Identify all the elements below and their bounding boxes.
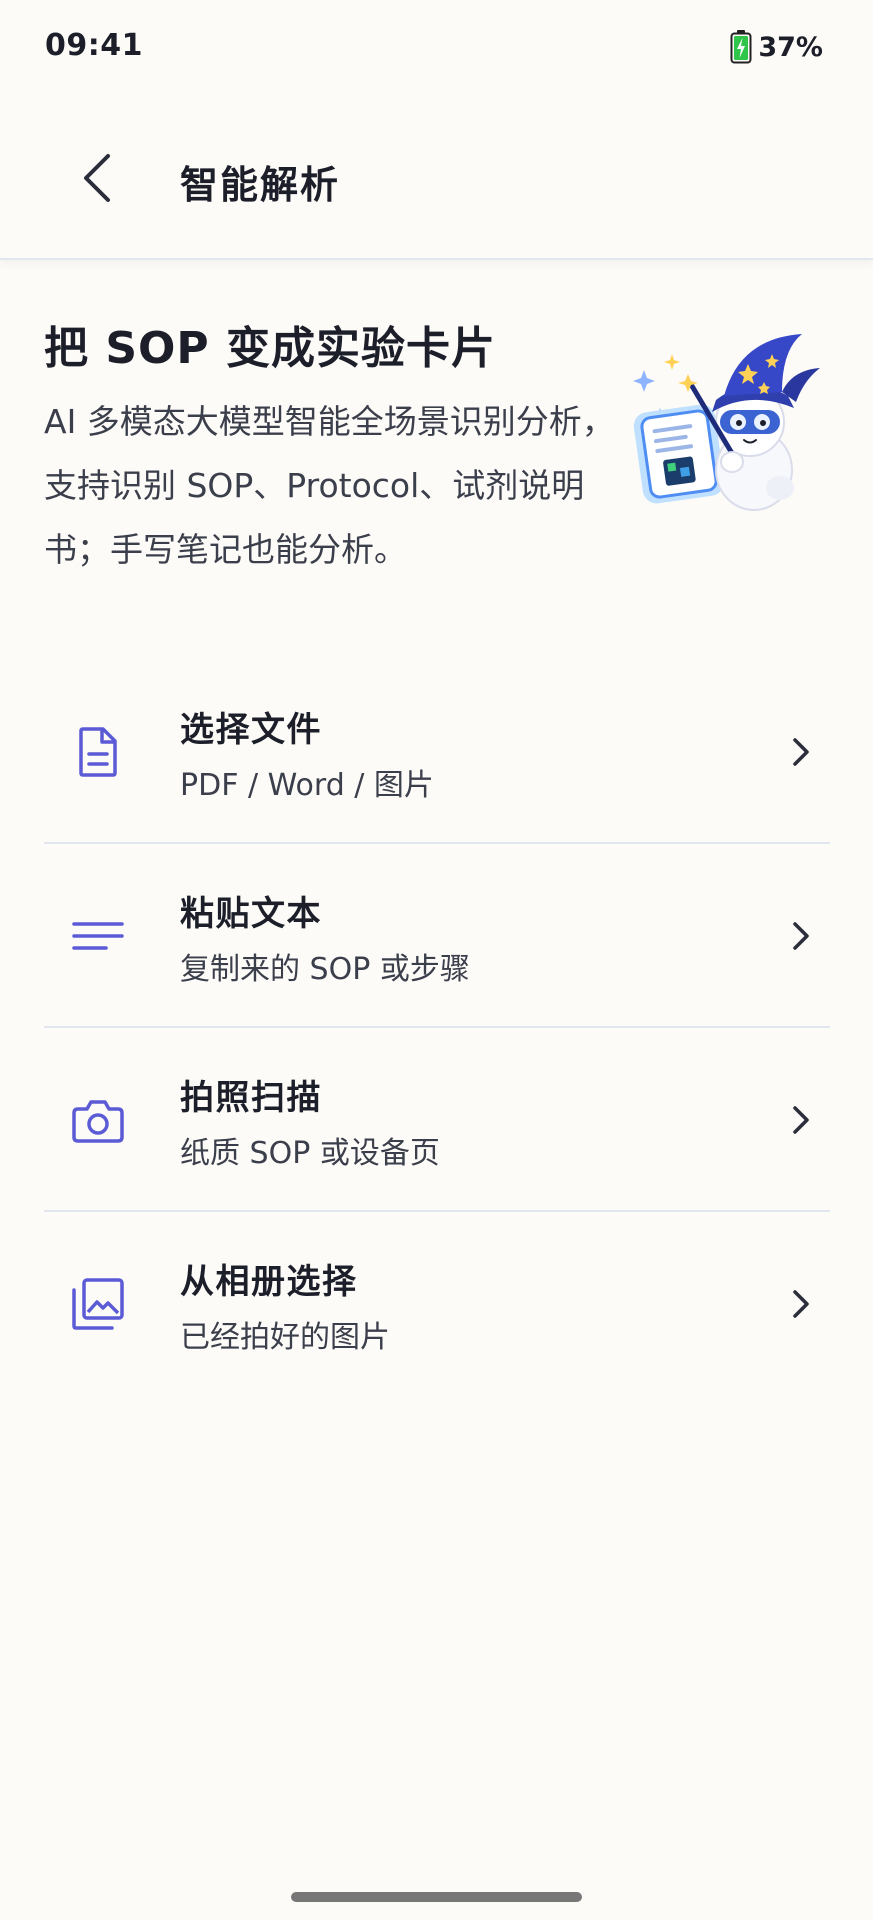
option-subtitle: 复制来的 SOP 或步骤 [180,952,470,987]
select-from-album-option[interactable]: 从相册选择 已经拍好的图片 [44,1212,830,1396]
chevron-right-icon [793,1106,809,1134]
option-title: 从相册选择 [180,1262,358,1302]
battery-percentage: 37% [758,31,823,63]
screen: 09:41 37% 智能解析 把 SOP 变成实验卡片 AI 多模态大模型智能全… [0,0,873,1920]
scan-photo-option[interactable]: 拍照扫描 纸质 SOP 或设备页 [44,1028,830,1212]
home-indicator[interactable] [291,1892,582,1902]
hero-title: 把 SOP 变成实验卡片 [44,323,496,374]
option-title: 拍照扫描 [180,1078,322,1118]
chevron-left-icon [84,154,110,202]
text-lines-icon [72,922,124,950]
option-title: 选择文件 [180,710,322,750]
select-file-option[interactable]: 选择文件 PDF / Word / 图片 [44,660,830,844]
upload-option-list: 选择文件 PDF / Word / 图片 粘贴文本 复制来的 SOP 或步骤 拍… [44,660,830,1396]
camera-icon [72,1100,124,1143]
option-subtitle: PDF / Word / 图片 [180,768,434,803]
status-bar: 09:41 37% [0,0,873,96]
status-right: 37% [730,30,823,64]
option-subtitle: 已经拍好的图片 [180,1320,390,1355]
back-button[interactable] [66,146,126,210]
option-title: 粘贴文本 [180,894,322,934]
page-title: 智能解析 [180,163,341,207]
hero-description: AI 多模态大模型智能全场景识别分析，支持识别 SOP、Protocol、试剂说… [44,402,615,569]
status-time: 09:41 [45,28,143,63]
battery-charging-icon [730,30,752,64]
chevron-right-icon [793,1290,809,1318]
chevron-right-icon [793,922,809,950]
option-subtitle: 纸质 SOP 或设备页 [180,1136,440,1171]
app-header: 智能解析 [0,96,873,260]
document-icon [79,727,117,777]
gallery-icon [72,1278,124,1330]
paste-text-option[interactable]: 粘贴文本 复制来的 SOP 或步骤 [44,844,830,1028]
wizard-mascot-illustration [633,334,820,511]
chevron-right-icon [793,738,809,766]
